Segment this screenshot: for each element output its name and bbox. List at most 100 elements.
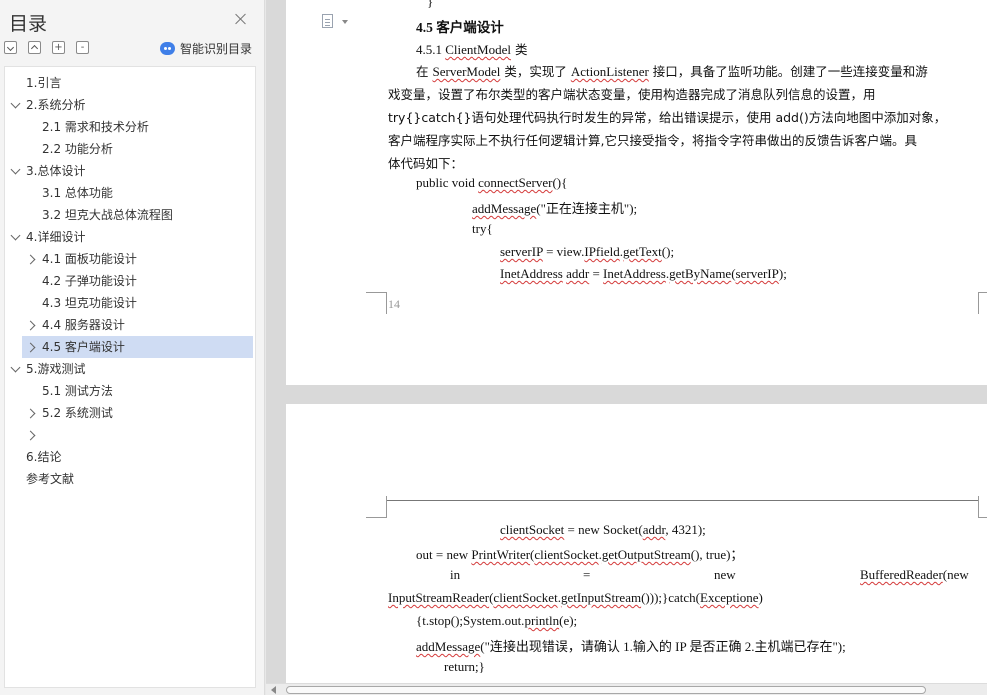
scroll-left-icon[interactable] — [271, 686, 276, 694]
toc-item-system-analysis[interactable]: 2.系统分析 — [5, 94, 255, 116]
toc-item-test-method[interactable]: 5.1 测试方法 — [5, 380, 255, 402]
code-token: = — [583, 567, 591, 582]
horizontal-scrollbar[interactable] — [266, 683, 987, 695]
toc-item-label: 3.2 坦克大战总体流程图 — [42, 208, 173, 222]
toc-item-label: 5.1 测试方法 — [42, 384, 113, 398]
code-line: {t.stop();System.out.println(e); — [416, 613, 577, 629]
code-line: try{ — [472, 221, 493, 236]
crop-mark — [366, 292, 387, 293]
chevron-down-icon[interactable] — [342, 20, 348, 24]
code-line: return;} — [444, 659, 485, 674]
text-run: ServerModel — [432, 64, 501, 79]
code-run: addr — [566, 266, 590, 281]
smart-toc-button[interactable]: 智能识别目录 — [160, 39, 252, 57]
chevron-down-icon[interactable] — [10, 362, 21, 373]
toc-item-tank-design[interactable]: 4.3 坦克功能设计 — [5, 292, 255, 314]
code-run: (); — [661, 244, 675, 259]
toc-item-label: 4.2 子弹功能设计 — [42, 274, 137, 288]
chevron-right-icon[interactable] — [25, 430, 36, 441]
code-line: addMessage("连接出现错误，请确认 1.输入的 IP 是否正确 2.主… — [416, 636, 846, 655]
chevron-right-icon[interactable] — [25, 320, 36, 331]
code-run: ()));}catch( — [641, 590, 701, 605]
toc-item-label: 3.总体设计 — [26, 164, 86, 178]
close-icon[interactable] — [234, 12, 248, 26]
chevron-down-icon[interactable] — [10, 164, 21, 175]
code-run: getOutputStream — [601, 547, 691, 562]
code-run: (), true)； — [690, 547, 744, 562]
document-area[interactable]: } 4.5 客户端设计 4.5.1 ClientModel 类 在 Server… — [266, 0, 987, 683]
code-line: public void connectServer(){ — [416, 175, 567, 191]
toc-item-label: 4.4 服务器设计 — [42, 318, 125, 332]
toc-item-label: 5.游戏测试 — [26, 362, 86, 376]
code-run: (new — [942, 567, 969, 582]
add-icon[interactable]: + — [52, 41, 65, 54]
code-line: InetAddress addr = InetAddress.getByName… — [500, 266, 787, 282]
subsection-suffix: 类 — [510, 42, 528, 57]
toc-item-intro[interactable]: 1.引言 — [5, 72, 255, 94]
expand-all-icon[interactable] — [28, 41, 41, 54]
toc-item-client-design[interactable]: 4.5 客户端设计 — [22, 336, 253, 358]
toc-item-bullet-design[interactable]: 4.2 子弹功能设计 — [5, 270, 255, 292]
toc-item-requirements[interactable]: 2.1 需求和技术分析 — [5, 116, 255, 138]
code-run: InetAddress — [500, 266, 563, 281]
document-page[interactable]: clientSocket = new Socket(addr, 4321); o… — [286, 404, 987, 683]
toc-item-panel-design[interactable]: 4.1 面板功能设计 — [5, 248, 255, 270]
toc-item-label: 5.2 系统测试 — [42, 406, 113, 420]
code-run: (){ — [552, 175, 568, 190]
toc-item-conclusion[interactable]: 6.结论 — [5, 446, 255, 468]
paragraph-line: 在 ServerModel 类，实现了 ActionListener 接口，具备… — [416, 61, 928, 80]
code-run: Exceptione — [700, 590, 759, 605]
crop-mark — [978, 517, 987, 518]
code-run: = new Socket( — [564, 522, 643, 537]
code-run: getInputStream — [560, 590, 642, 605]
text-run: 类，实现了 — [500, 64, 571, 79]
code-run: InetAddress — [603, 266, 666, 281]
document-page[interactable]: } 4.5 客户端设计 4.5.1 ClientModel 类 在 Server… — [286, 0, 987, 385]
code-run: ) — [758, 590, 763, 605]
code-line: serverIP = view.IPfield.getText(); — [500, 244, 674, 260]
section-heading: 4.5 客户端设计 — [416, 20, 504, 35]
toc-item-system-test[interactable]: 5.2 系统测试 — [5, 402, 255, 424]
toc-item-game-test[interactable]: 5.游戏测试 — [5, 358, 255, 380]
toc-item-flowchart[interactable]: 3.2 坦克大战总体流程图 — [5, 204, 255, 226]
code-token: BufferedReader(new — [860, 567, 969, 583]
page-number: 14 — [388, 297, 400, 311]
toc-item-empty[interactable] — [5, 424, 255, 446]
chevron-down-icon[interactable] — [10, 230, 21, 241]
chevron-right-icon[interactable] — [25, 342, 36, 353]
code-line: clientSocket = new Socket(addr, 4321); — [500, 522, 706, 538]
remove-icon[interactable]: - — [76, 41, 89, 54]
toc-item-label: 6.结论 — [26, 450, 62, 464]
chevron-down-icon[interactable] — [10, 98, 21, 109]
header-rule — [386, 500, 978, 501]
toc-item-label: 4.详细设计 — [26, 230, 86, 244]
code-run: println — [524, 613, 560, 628]
toc-panel: 1.引言 2.系统分析 2.1 需求和技术分析 2.2 功能分析 3.总体设计 … — [4, 66, 256, 688]
code-run: clientSocket — [493, 590, 558, 605]
code-run: addMessage — [416, 639, 481, 654]
code-run: ("正在连接主机"); — [536, 201, 638, 216]
toc-item-function-analysis[interactable]: 2.2 功能分析 — [5, 138, 255, 160]
code-run: public void — [416, 175, 479, 190]
text-run: 在 — [416, 64, 433, 79]
scrollbar-thumb[interactable] — [286, 686, 926, 694]
chevron-right-icon[interactable] — [25, 254, 36, 265]
crop-mark — [386, 292, 387, 314]
crop-mark — [978, 496, 979, 518]
code-run: addMessage — [472, 201, 537, 216]
toc-item-overall-function[interactable]: 3.1 总体功能 — [5, 182, 255, 204]
code-token: new — [714, 567, 736, 582]
code-run: clientSocket — [500, 522, 565, 537]
code-run: PrintWriter — [471, 547, 531, 562]
chevron-right-icon[interactable] — [25, 408, 36, 419]
code-run: = — [589, 266, 604, 281]
subsection-number: 4.5.1 — [416, 42, 442, 57]
toc-item-server-design[interactable]: 4.4 服务器设计 — [5, 314, 255, 336]
code-line: out = new PrintWriter(clientSocket.getOu… — [416, 544, 743, 563]
toc-item-overall-design[interactable]: 3.总体设计 — [5, 160, 255, 182]
toc-item-references[interactable]: 参考文献 — [5, 468, 255, 490]
document-icon[interactable] — [322, 14, 333, 28]
toc-item-label: 参考文献 — [26, 472, 75, 486]
collapse-all-icon[interactable] — [4, 41, 17, 54]
toc-item-detailed-design[interactable]: 4.详细设计 — [5, 226, 255, 248]
